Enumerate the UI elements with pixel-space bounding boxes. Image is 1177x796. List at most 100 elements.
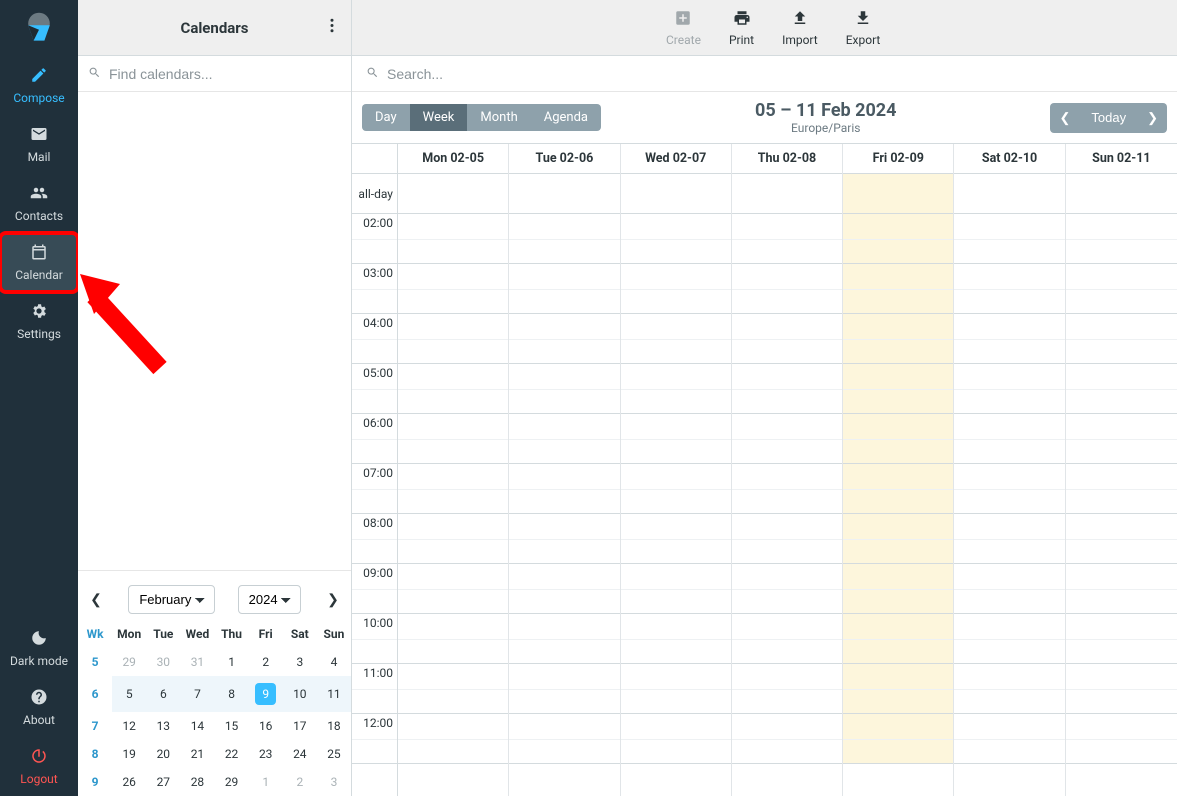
- hour-cell[interactable]: [621, 414, 731, 464]
- import-button[interactable]: Import: [782, 9, 818, 47]
- hour-cell[interactable]: [1066, 564, 1177, 614]
- tab-agenda[interactable]: Agenda: [531, 104, 601, 131]
- hour-cell[interactable]: [509, 514, 619, 564]
- hour-cell[interactable]: [621, 214, 731, 264]
- hour-cell[interactable]: [509, 464, 619, 514]
- hour-cell[interactable]: [509, 264, 619, 314]
- hour-cell[interactable]: [621, 664, 731, 714]
- hour-cell[interactable]: [732, 464, 842, 514]
- hour-cell[interactable]: [398, 664, 508, 714]
- mini-day[interactable]: 12: [112, 712, 146, 740]
- hour-cell[interactable]: [843, 414, 953, 464]
- mini-day[interactable]: 14: [180, 712, 214, 740]
- prev-button[interactable]: ❮: [1050, 103, 1079, 133]
- mini-day[interactable]: 4: [317, 648, 351, 676]
- mini-day[interactable]: 20: [146, 740, 180, 768]
- print-button[interactable]: Print: [729, 9, 754, 47]
- hour-cell[interactable]: [621, 264, 731, 314]
- hour-cell[interactable]: [954, 414, 1064, 464]
- hour-cell[interactable]: [1066, 664, 1177, 714]
- hour-cell[interactable]: [509, 414, 619, 464]
- mini-day[interactable]: 17: [283, 712, 317, 740]
- nav-compose[interactable]: Compose: [0, 56, 78, 115]
- hour-cell[interactable]: [732, 614, 842, 664]
- mini-day[interactable]: 6: [146, 676, 180, 712]
- mini-day[interactable]: 1: [249, 768, 283, 796]
- mini-day[interactable]: 16: [249, 712, 283, 740]
- hour-cell[interactable]: [954, 314, 1064, 364]
- hour-cell[interactable]: [1066, 464, 1177, 514]
- hour-cell[interactable]: [621, 714, 731, 764]
- hour-cell[interactable]: [732, 414, 842, 464]
- mini-day[interactable]: 19: [112, 740, 146, 768]
- hour-cell[interactable]: [954, 264, 1064, 314]
- nav-calendar[interactable]: Calendar: [0, 233, 78, 292]
- nav-mail[interactable]: Mail: [0, 115, 78, 174]
- hour-cell[interactable]: [843, 714, 953, 764]
- mini-prev[interactable]: ❮: [86, 592, 106, 608]
- hour-cell[interactable]: [732, 264, 842, 314]
- hour-cell[interactable]: [398, 314, 508, 364]
- hour-cell[interactable]: [398, 414, 508, 464]
- hour-cell[interactable]: [1066, 714, 1177, 764]
- allday-cell[interactable]: [621, 174, 731, 214]
- mini-day[interactable]: 3: [317, 768, 351, 796]
- hour-cell[interactable]: [398, 714, 508, 764]
- hour-cell[interactable]: [398, 214, 508, 264]
- mini-day[interactable]: 11: [317, 676, 351, 712]
- hour-cell[interactable]: [954, 714, 1064, 764]
- hour-cell[interactable]: [1066, 264, 1177, 314]
- hour-cell[interactable]: [843, 614, 953, 664]
- hour-cell[interactable]: [732, 214, 842, 264]
- mini-day[interactable]: 31: [180, 648, 214, 676]
- hour-cell[interactable]: [843, 564, 953, 614]
- hour-cell[interactable]: [509, 314, 619, 364]
- hour-cell[interactable]: [954, 464, 1064, 514]
- mini-day[interactable]: 22: [215, 740, 249, 768]
- day-header[interactable]: Sat 02-10: [954, 144, 1064, 174]
- hour-cell[interactable]: [954, 514, 1064, 564]
- hour-cell[interactable]: [621, 314, 731, 364]
- hour-cell[interactable]: [732, 714, 842, 764]
- mini-week-num[interactable]: 6: [78, 676, 112, 712]
- search-input[interactable]: [387, 66, 1163, 82]
- mini-day[interactable]: 3: [283, 648, 317, 676]
- hour-cell[interactable]: [843, 264, 953, 314]
- day-header[interactable]: Mon 02-05: [398, 144, 508, 174]
- hour-cell[interactable]: [732, 314, 842, 364]
- hour-cell[interactable]: [398, 614, 508, 664]
- hour-cell[interactable]: [1066, 314, 1177, 364]
- hour-cell[interactable]: [954, 664, 1064, 714]
- tab-day[interactable]: Day: [362, 104, 410, 131]
- hour-cell[interactable]: [509, 364, 619, 414]
- mini-day[interactable]: 24: [283, 740, 317, 768]
- hour-cell[interactable]: [509, 214, 619, 264]
- mini-day[interactable]: 18: [317, 712, 351, 740]
- allday-cell[interactable]: [843, 174, 953, 214]
- mini-day[interactable]: 13: [146, 712, 180, 740]
- nav-logout[interactable]: Logout: [0, 737, 78, 796]
- hour-cell[interactable]: [621, 514, 731, 564]
- mini-week-num[interactable]: 5: [78, 648, 112, 676]
- mini-day[interactable]: 23: [249, 740, 283, 768]
- hour-cell[interactable]: [843, 214, 953, 264]
- sidebar-menu-button[interactable]: [323, 16, 341, 39]
- allday-cell[interactable]: [954, 174, 1064, 214]
- mini-day[interactable]: 29: [112, 648, 146, 676]
- tab-week[interactable]: Week: [410, 104, 468, 131]
- allday-cell[interactable]: [398, 174, 508, 214]
- day-header[interactable]: Tue 02-06: [509, 144, 619, 174]
- hour-cell[interactable]: [621, 614, 731, 664]
- mini-day[interactable]: 2: [249, 648, 283, 676]
- hour-cell[interactable]: [843, 464, 953, 514]
- hour-cell[interactable]: [1066, 614, 1177, 664]
- hour-cell[interactable]: [954, 214, 1064, 264]
- hour-cell[interactable]: [732, 514, 842, 564]
- day-header[interactable]: Sun 02-11: [1066, 144, 1177, 174]
- hour-cell[interactable]: [1066, 414, 1177, 464]
- hour-cell[interactable]: [621, 564, 731, 614]
- hour-cell[interactable]: [398, 464, 508, 514]
- mini-day[interactable]: 9: [249, 676, 283, 712]
- allday-cell[interactable]: [732, 174, 842, 214]
- hour-cell[interactable]: [509, 664, 619, 714]
